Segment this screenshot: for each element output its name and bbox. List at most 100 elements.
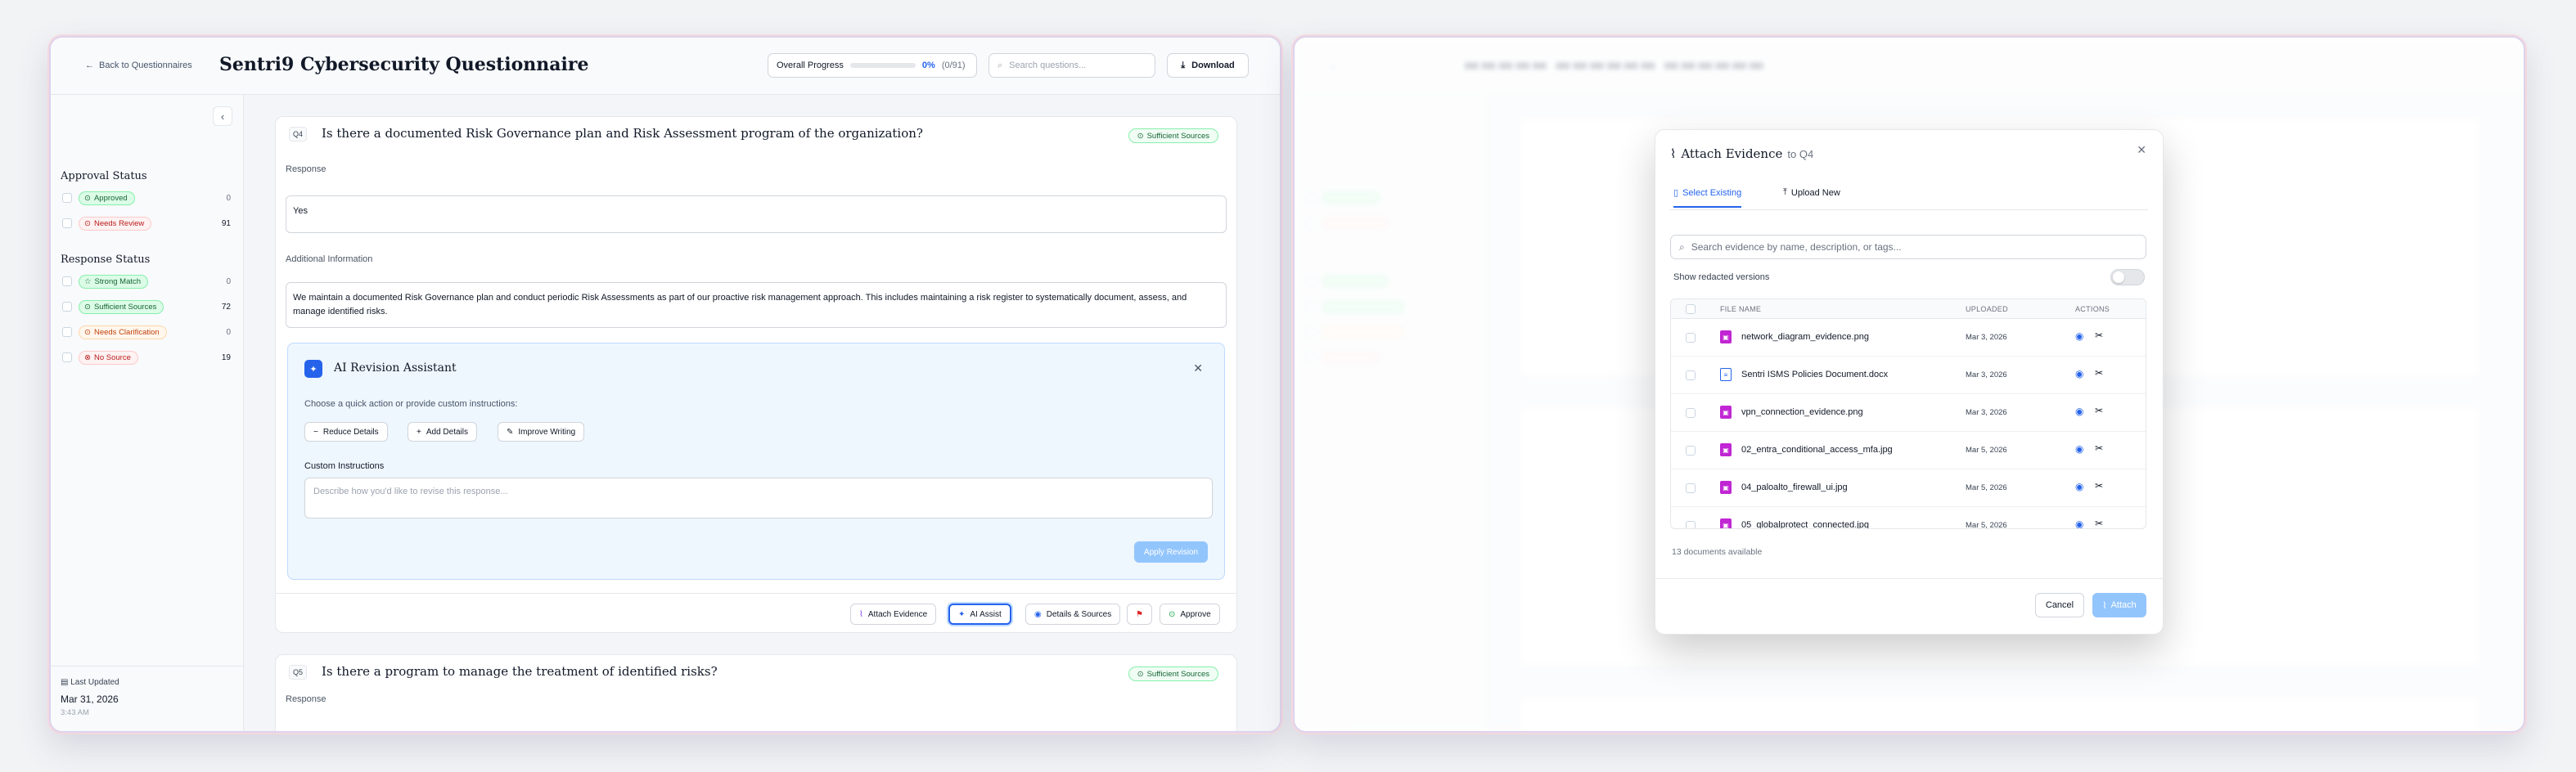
status-badge: ⊙ Approved: [79, 191, 135, 205]
show-redacted-toggle[interactable]: [2110, 269, 2145, 285]
checkbox[interactable]: [1686, 446, 1696, 456]
checkbox[interactable]: [1686, 521, 1696, 528]
tab-upload-new[interactable]: ⤒ Upload New: [1783, 187, 1840, 206]
plus-icon: +: [417, 427, 421, 437]
approval-status-heading: Approval Status: [61, 170, 147, 182]
top-bar: ← Back to Questionnaires Sentri9 Cyberse…: [51, 38, 1280, 95]
sparkle-icon: ✦: [958, 609, 966, 619]
questionnaire-window: ← Back to Questionnaires Sentri9 Cyberse…: [49, 36, 1281, 733]
eye-icon[interactable]: ◉: [2075, 481, 2083, 492]
paperclip-icon: ⌇: [1670, 147, 1677, 161]
eye-icon[interactable]: ◉: [2075, 443, 2083, 455]
alert-circle-icon: ⊙: [84, 327, 91, 337]
filter-needs-review[interactable]: ⊙ Needs Review 91: [62, 215, 231, 231]
scissors-icon[interactable]: ✂: [2095, 330, 2103, 341]
checkbox[interactable]: [62, 302, 72, 312]
image-file-icon: ▣: [1720, 443, 1732, 456]
filter-needs-clarification[interactable]: ⊙ Needs Clarification 0: [62, 324, 231, 340]
image-file-icon: ▣: [1720, 406, 1732, 419]
question-text: Is there a documented Risk Governance pl…: [322, 126, 923, 141]
ai-assist-button[interactable]: ✦ AI Assist: [948, 604, 1011, 625]
checkbox[interactable]: [62, 352, 72, 362]
paperclip-icon: ⌇: [2102, 600, 2107, 611]
checkbox[interactable]: [62, 327, 72, 337]
arrow-left-icon: ←: [85, 61, 94, 70]
collapse-sidebar-button[interactable]: ‹: [213, 106, 232, 126]
add-details-button[interactable]: + Add Details: [408, 422, 477, 442]
scissors-icon[interactable]: ✂: [2095, 405, 2103, 416]
star-icon: ☆: [84, 276, 92, 286]
checkbox[interactable]: [62, 193, 72, 203]
apply-revision-button[interactable]: Apply Revision: [1134, 541, 1208, 563]
filter-sufficient-sources[interactable]: ⊙ Sufficient Sources 72: [62, 298, 231, 315]
table-row[interactable]: ▣ 05_globalprotect_connected.jpg Mar 5, …: [1671, 507, 2146, 528]
page-title: Sentri9 Cybersecurity Questionnaire: [219, 54, 589, 75]
reduce-details-button[interactable]: − Reduce Details: [304, 422, 388, 442]
checkbox[interactable]: [1686, 333, 1696, 343]
download-button[interactable]: ⤓ Download: [1167, 53, 1249, 78]
eye-icon[interactable]: ◉: [2075, 368, 2083, 379]
progress-bar: [849, 63, 916, 68]
status-badge: ⊙ Sufficient Sources: [1128, 128, 1218, 143]
status-badge: ⊙ Sufficient Sources: [79, 299, 164, 314]
response-field[interactable]: Yes: [286, 195, 1227, 233]
calendar-icon: ▤: [61, 678, 69, 687]
table-row[interactable]: ▣ vpn_connection_evidence.png Mar 3, 202…: [1671, 394, 2146, 432]
questions-panel: Q4 Is there a documented Risk Governance…: [244, 95, 1280, 731]
tab-select-existing[interactable]: ▯ Select Existing: [1673, 187, 1742, 208]
last-updated: ▤ Last Updated Mar 31, 2026 3:43 AM: [51, 666, 244, 731]
select-all-checkbox[interactable]: [1686, 304, 1696, 314]
close-icon[interactable]: ✕: [1193, 361, 1203, 375]
approve-button[interactable]: ⊙ Approve: [1160, 604, 1220, 625]
scissors-icon[interactable]: ✂: [2095, 480, 2103, 491]
eye-icon: ◉: [1034, 609, 1042, 619]
checkbox[interactable]: [1686, 408, 1696, 418]
document-file-icon: ≡: [1720, 368, 1732, 381]
overall-progress: Overall Progress 0% (0/91): [768, 53, 977, 78]
table-row[interactable]: ▣ 02_entra_conditional_access_mfa.jpg Ma…: [1671, 432, 2146, 469]
eye-icon[interactable]: ◉: [2075, 330, 2083, 342]
custom-instructions-input[interactable]: Describe how you'd like to revise this r…: [304, 478, 1213, 518]
minus-icon: −: [313, 427, 318, 437]
evidence-search-input[interactable]: ⌕ Search evidence by name, description, …: [1670, 235, 2146, 259]
attach-evidence-button[interactable]: ⌇ Attach Evidence: [850, 604, 937, 625]
checkbox[interactable]: [1686, 370, 1696, 380]
additional-info-field[interactable]: We maintain a documented Risk Governance…: [286, 282, 1227, 328]
scissors-icon[interactable]: ✂: [2095, 442, 2103, 454]
image-file-icon: ▣: [1720, 330, 1732, 343]
filter-approved[interactable]: ⊙ Approved 0: [62, 190, 231, 206]
question-text: Is there a program to manage the treatme…: [322, 664, 718, 679]
eye-icon[interactable]: ◉: [2075, 406, 2083, 417]
search-input[interactable]: ⌕ Search questions...: [989, 53, 1155, 78]
scissors-icon[interactable]: ✂: [2095, 518, 2103, 528]
attach-button[interactable]: ⌇ Attach: [2092, 593, 2146, 617]
filter-strong-match[interactable]: ☆ Strong Match 0: [62, 273, 231, 290]
checkbox[interactable]: [1686, 483, 1696, 493]
status-badge: ⊙ Needs Clarification: [79, 325, 167, 339]
upload-icon: ⤒: [1783, 187, 1787, 197]
table-row[interactable]: ≡ Sentri ISMS Policies Document.docx Mar…: [1671, 357, 2146, 394]
back-link[interactable]: ← Back to Questionnaires: [85, 61, 192, 70]
eye-icon[interactable]: ◉: [2075, 518, 2083, 528]
checkbox[interactable]: [62, 218, 72, 228]
documents-count: 13 documents available: [1672, 547, 1763, 557]
cancel-button[interactable]: Cancel: [2035, 593, 2084, 617]
chevron-left-icon: ‹: [220, 110, 225, 123]
questionnaire-window-modal: ← ▬▬▬▬▬ ▬▬▬▬▬▬ ▬▬▬▬▬▬ ⌇ Attach Evidence …: [1293, 36, 2525, 733]
status-badge: ⊙ Sufficient Sources: [1128, 667, 1218, 681]
details-sources-button[interactable]: ◉ Details & Sources: [1025, 604, 1121, 625]
scissors-icon[interactable]: ✂: [2095, 367, 2103, 379]
evidence-table: FILE NAME UPLOADED ACTIONS ▣ network_dia…: [1670, 298, 2146, 529]
x-circle-icon: ⊗: [84, 352, 91, 362]
close-icon[interactable]: ✕: [2137, 143, 2146, 157]
download-icon: ⤓: [1181, 60, 1186, 70]
question-number: Q4: [289, 127, 307, 141]
improve-writing-button[interactable]: ✎ Improve Writing: [498, 422, 585, 442]
table-row[interactable]: ▣ network_diagram_evidence.png Mar 3, 20…: [1671, 319, 2146, 357]
table-row[interactable]: ▣ 04_paloalto_firewall_ui.jpg Mar 5, 202…: [1671, 469, 2146, 507]
card-actions: ⌇ Attach Evidence ✦ AI Assist ◉ Details & S…: [276, 593, 1236, 632]
check-circle-icon: ⊙: [1137, 131, 1144, 141]
flag-button[interactable]: ⚑: [1127, 604, 1152, 625]
filter-no-source[interactable]: ⊗ No Source 19: [62, 349, 231, 366]
checkbox[interactable]: [62, 276, 72, 286]
